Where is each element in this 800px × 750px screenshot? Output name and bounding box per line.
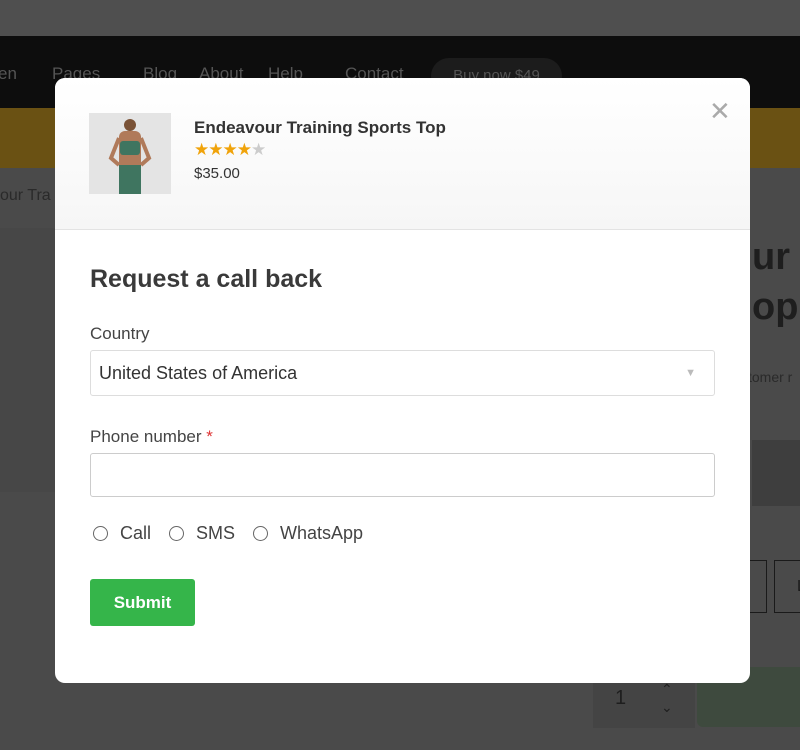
star-filled-icon: ★ — [208, 140, 223, 159]
browser-top — [0, 0, 800, 36]
phone-input[interactable] — [90, 453, 715, 497]
product-image — [89, 113, 171, 194]
required-mark: * — [206, 427, 213, 446]
star-filled-icon: ★ — [194, 140, 209, 159]
country-select[interactable]: United States of America ▼ — [90, 350, 715, 396]
radio-button[interactable] — [93, 526, 108, 541]
quantity-stepper[interactable]: 1 ⌃ ⌄ — [593, 681, 695, 728]
contact-method-group: Call SMS WhatsApp — [93, 523, 363, 544]
customer-reviews-text: tomer r — [748, 369, 793, 385]
radio-label: WhatsApp — [280, 523, 364, 543]
breadcrumb: our Tra — [0, 187, 51, 204]
star-filled-icon: ★ — [222, 140, 238, 159]
radio-button[interactable] — [169, 526, 185, 541]
radio-label: Call — [120, 523, 152, 543]
phone-label-text: Phone number — [90, 427, 202, 446]
product-heading: ur op — [752, 232, 798, 332]
product-title: Endeavour Training Sports Top — [194, 118, 446, 137]
radio-call[interactable]: Call — [93, 523, 151, 544]
heading-line: ur — [752, 236, 790, 278]
chevron-down-icon: ▼ — [685, 367, 696, 379]
product-price: $35.00 — [194, 165, 240, 182]
star-empty-icon: ★ — [251, 140, 266, 159]
decrement-icon[interactable]: ⌄ — [661, 699, 673, 716]
size-option-l[interactable]: L — [774, 560, 800, 613]
radio-label: SMS — [196, 523, 236, 543]
country-value: United States of America — [99, 363, 298, 383]
modal-title: Request a call back — [90, 265, 323, 293]
star-filled-icon: ★ — [236, 140, 252, 159]
callback-modal: Endeavour Training Sports Top ★★★★★ $35.… — [55, 78, 750, 683]
product-thumbnail[interactable] — [752, 440, 800, 506]
modal-header: Endeavour Training Sports Top ★★★★★ $35.… — [55, 78, 750, 230]
country-label: Country — [90, 324, 150, 343]
increment-icon[interactable]: ⌃ — [661, 681, 673, 698]
star-rating: ★★★★★ — [194, 140, 266, 160]
quantity-value: 1 — [615, 687, 627, 709]
radio-button[interactable] — [253, 526, 269, 541]
heading-line: op — [752, 286, 799, 328]
submit-button[interactable]: Submit — [90, 579, 195, 626]
phone-label: Phone number * — [90, 427, 213, 447]
radio-whatsapp[interactable]: WhatsApp — [253, 523, 363, 544]
radio-sms[interactable]: SMS — [169, 523, 235, 544]
nav-item[interactable]: en — [0, 64, 17, 84]
close-icon[interactable]: ✕ — [709, 96, 731, 127]
